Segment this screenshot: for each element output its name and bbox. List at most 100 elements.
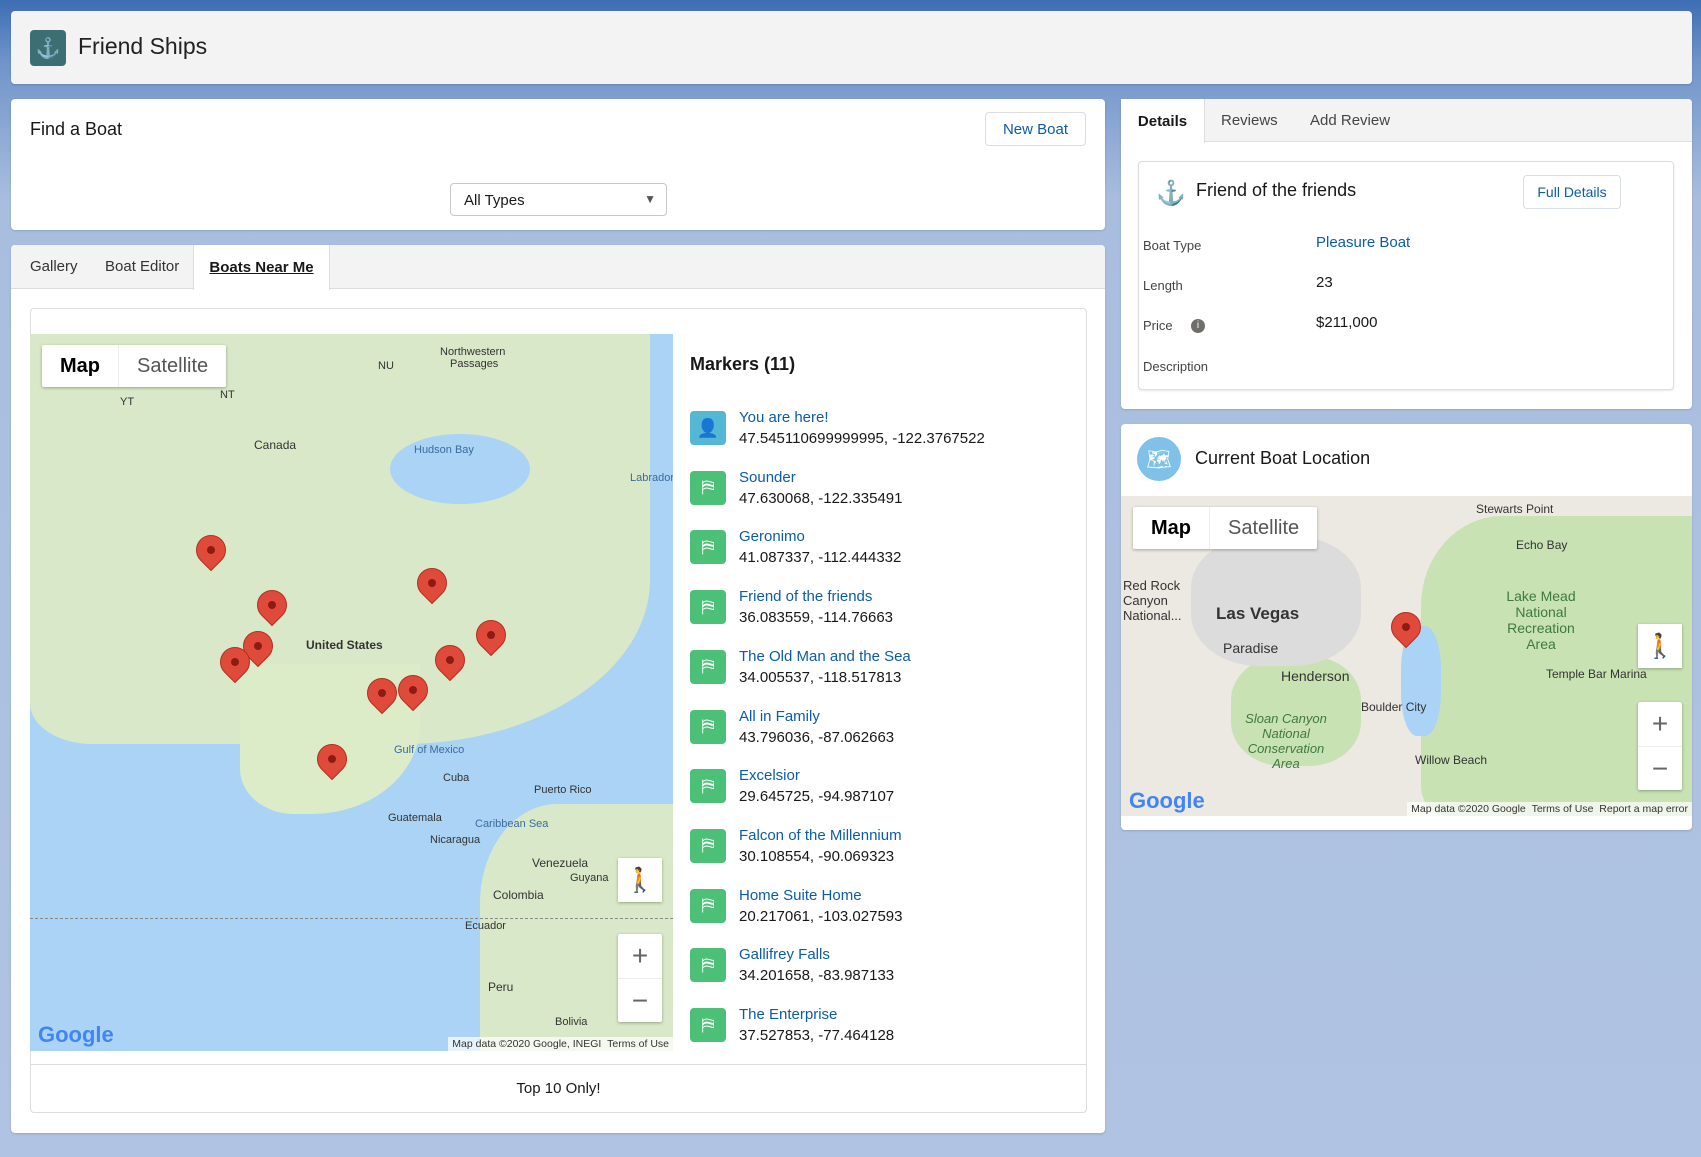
map-type-toggle: Map Satellite — [42, 345, 227, 387]
map-label: Peru — [488, 980, 514, 994]
map-label: Cuba — [443, 772, 470, 784]
map-label: Bolivia — [555, 1016, 588, 1028]
tab-details[interactable]: Details — [1121, 99, 1205, 143]
map-label: Colombia — [493, 888, 544, 902]
marker-list-item[interactable]: ⛿ All in Family 43.796036, -87.062663 — [690, 702, 894, 752]
app-header: ⚓ Friend Ships — [11, 11, 1692, 84]
map-label: Canada — [254, 438, 297, 452]
find-a-boat-card: Find a Boat New Boat All Types ▼ — [11, 99, 1105, 230]
satellite-view-button[interactable]: Satellite — [1209, 507, 1317, 549]
marker-list-item[interactable]: ⛿ The Old Man and the Sea 34.005537, -118… — [690, 642, 911, 692]
top-10-note: Top 10 Only! — [516, 1080, 601, 1097]
marker-list-item[interactable]: 👤 You are here! 47.545110699999995, -122.… — [690, 403, 985, 453]
terms-link[interactable]: Terms of Use — [607, 1038, 669, 1050]
marker-coords: 41.087337, -112.444332 — [739, 549, 902, 567]
google-logo: Google — [1129, 788, 1205, 813]
map-label: Paradise — [1223, 640, 1279, 656]
street-view-pegman-icon[interactable]: 🚶 — [618, 858, 662, 902]
map-view-button[interactable]: Map — [42, 345, 118, 387]
map-label: Lake Mead National Recreation Area — [1506, 588, 1576, 652]
map-label: Nicaragua — [430, 834, 481, 846]
marker-coords: 34.201658, -83.987133 — [739, 967, 895, 985]
map-icon: ⛿ — [690, 709, 726, 744]
tab-boats-near-me[interactable]: Boats Near Me — [193, 245, 330, 290]
chevron-down-icon: ▼ — [644, 192, 656, 206]
marker-coords: 37.527853, -77.464128 — [739, 1027, 895, 1044]
marker-name[interactable]: Excelsior — [739, 765, 894, 786]
marker-name[interactable]: Falcon of the Millennium — [739, 825, 902, 846]
map-label: Venezuela — [532, 856, 589, 870]
marker-coords: 47.545110699999995, -122.3767522 — [739, 430, 985, 447]
marker-list-item[interactable]: ⛿ The Enterprise 37.527853, -77.464128 — [690, 1000, 894, 1050]
marker-name[interactable]: Geronimo — [739, 526, 901, 547]
map-label: Stewarts Point — [1476, 502, 1554, 516]
tab-label: Boats Near Me — [209, 259, 314, 276]
marker-coords: 36.083559, -114.76663 — [739, 609, 894, 627]
marker-name[interactable]: Sounder — [739, 467, 902, 488]
tab-label: Details — [1137, 112, 1188, 130]
zoom-out-button[interactable]: − — [618, 978, 662, 1022]
marker-name[interactable]: Gallifrey Falls — [739, 944, 894, 965]
terms-link[interactable]: Terms of Use — [1532, 803, 1594, 815]
marker-list-item[interactable]: ⛿ Falcon of the Millennium 30.108554, -90… — [690, 821, 902, 871]
boat-type-select[interactable]: All Types ▼ — [450, 183, 667, 216]
location-map-type-toggle: Map Satellite — [1133, 507, 1318, 549]
map-icon: ⛿ — [690, 590, 726, 625]
map-attribution: Map data ©2020 Google, INEGI Terms of Us… — [448, 1037, 673, 1051]
map-label: Labrador — [630, 472, 673, 484]
map-label: Willow Beach — [1415, 753, 1488, 767]
map-label: Gulf of Mexico — [394, 744, 465, 756]
marker-name[interactable]: The Old Man and the Sea — [739, 646, 911, 667]
boat-icon: ⚓ — [30, 30, 66, 66]
street-view-pegman-icon[interactable]: 🚶 — [1638, 624, 1682, 668]
report-map-error-link[interactable]: Report a map error — [1599, 803, 1688, 815]
marker-list-item[interactable]: ⛿ Home Suite Home 20.217061, -103.027593 — [690, 881, 902, 931]
marker-list-item[interactable]: ⛿ Geronimo 41.087337, -112.444332 — [690, 522, 901, 572]
location-map-icon: 🗺 — [1137, 437, 1181, 481]
marker-list-item[interactable]: ⛿ Friend of the friends 36.083559, -114.7… — [690, 582, 893, 632]
info-icon[interactable]: i — [1191, 319, 1205, 333]
map-label: Hudson Bay — [414, 444, 474, 456]
map-view-button[interactable]: Map — [1133, 507, 1209, 549]
marker-list-item[interactable]: ⛿ Sounder 47.630068, -122.335491 — [690, 463, 902, 513]
boat-detail-card: ⚓ Friend of the friends Full Details Boa… — [1138, 161, 1674, 390]
marker-name[interactable]: Home Suite Home — [739, 885, 902, 906]
map-attribution: Map data ©2020 Google Terms of Use Repor… — [1407, 802, 1692, 816]
map-icon: ⛿ — [690, 470, 726, 505]
marker-name[interactable]: You are here! — [739, 407, 985, 428]
map-label: Las Vegas — [1216, 604, 1300, 623]
length-value: 23 — [1316, 274, 1333, 291]
zoom-out-button[interactable]: − — [1638, 746, 1682, 790]
map-icon: ⛿ — [690, 1008, 726, 1042]
field-label-price: Price — [1143, 318, 1173, 333]
marker-list-item[interactable]: ⛿ Gallifrey Falls 34.201658, -83.987133 — [690, 940, 894, 990]
new-boat-button[interactable]: New Boat — [985, 112, 1086, 146]
tab-gallery[interactable]: Gallery — [30, 258, 78, 275]
zoom-in-button[interactable]: + — [1638, 702, 1682, 746]
google-logo: Google — [38, 1022, 114, 1047]
location-map[interactable]: Stewarts Point Echo Bay Red Rock Canyon … — [1121, 496, 1692, 816]
marker-name[interactable]: All in Family — [739, 706, 894, 727]
tab-reviews[interactable]: Reviews — [1221, 112, 1278, 129]
satellite-view-button[interactable]: Satellite — [118, 345, 226, 387]
markers-title: Markers (11) — [690, 354, 796, 374]
marker-coords: 20.217061, -103.027593 — [739, 907, 903, 925]
tab-boat-editor[interactable]: Boat Editor — [105, 258, 179, 275]
map-icon: ⛿ — [690, 530, 726, 565]
boats-map[interactable]: Northwestern Passages NU YT NT Canada Hudso… — [30, 334, 673, 1051]
select-value: All Types — [464, 192, 525, 209]
tab-add-review[interactable]: Add Review — [1310, 112, 1390, 129]
marker-coords: 43.796036, -87.062663 — [739, 728, 895, 746]
zoom-in-button[interactable]: + — [618, 934, 662, 978]
marker-name[interactable]: The Enterprise — [739, 1004, 894, 1025]
field-label-length: Length — [1143, 278, 1183, 293]
map-label: Guyana — [570, 872, 609, 884]
marker-name[interactable]: Friend of the friends — [739, 586, 893, 607]
map-icon: ⛿ — [690, 649, 726, 684]
full-details-button[interactable]: Full Details — [1523, 175, 1621, 209]
marker-list-item[interactable]: ⛿ Excelsior 29.645725, -94.987107 — [690, 761, 894, 811]
details-card: Details Reviews Add Review ⚓ Friend of t… — [1121, 99, 1692, 409]
user-icon: 👤 — [690, 411, 726, 445]
price-value: $211,000 — [1316, 314, 1378, 331]
boat-type-link[interactable]: Pleasure Boat — [1316, 234, 1410, 251]
